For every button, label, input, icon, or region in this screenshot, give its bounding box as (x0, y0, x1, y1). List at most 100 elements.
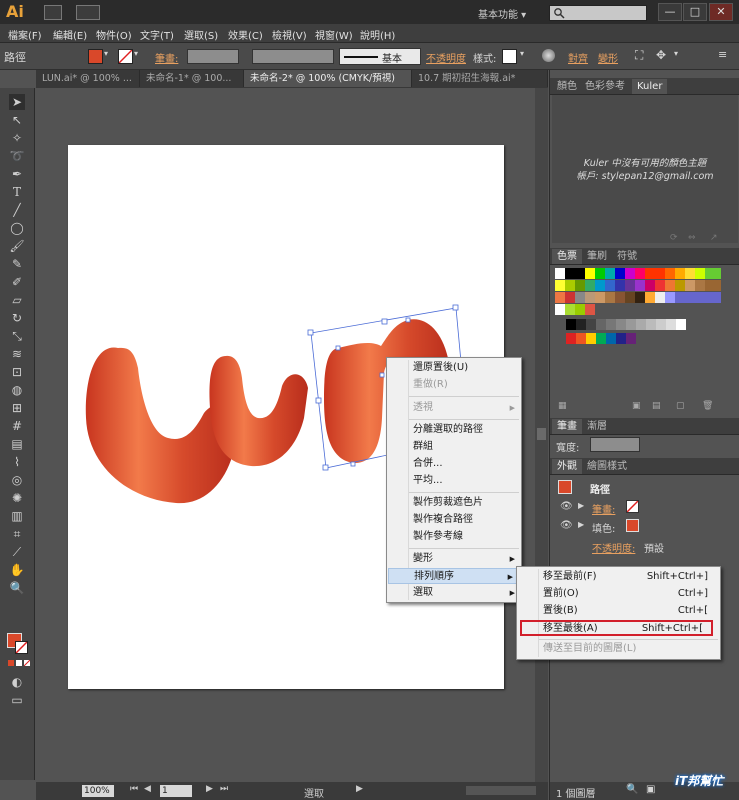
menu-item-make-clipping-mask[interactable]: 製作剪裁遮色片 (387, 495, 521, 511)
screen-mode-icon[interactable]: ▭ (9, 692, 25, 708)
stroke-visibility-icon[interactable]: 👁 (560, 501, 573, 512)
tab-untitled-2[interactable]: 未命名-2* @ 100% (CMYK/預視) (244, 70, 412, 87)
letter-u-path[interactable] (209, 355, 308, 467)
variable-width-dropdown[interactable] (252, 49, 334, 64)
menu-item-send-backward[interactable]: 置後(B) Ctrl+[ (517, 603, 720, 619)
tab-color[interactable]: 顏色 (552, 79, 582, 94)
select-similar-icon[interactable]: ✥ (656, 48, 666, 62)
mesh-tool-icon[interactable]: # (9, 418, 25, 434)
vertical-scroll-thumb[interactable] (537, 428, 546, 440)
menu-item-send-to-current-layer[interactable]: 傳送至目前的圖層(L) (517, 641, 720, 657)
scale-tool-icon[interactable]: ⤡ (9, 328, 25, 344)
style-dropdown-arrow[interactable]: ▾ (520, 49, 524, 58)
menu-item-release-selected[interactable]: 分離選取的路徑 (387, 422, 521, 438)
menu-select[interactable]: 選取(S) (184, 27, 218, 42)
menu-item-redo[interactable]: 重做(R) (387, 377, 521, 393)
previous-page-button[interactable]: ◀ (144, 784, 151, 794)
fill-swatch[interactable] (88, 49, 103, 64)
appearance-stroke-link[interactable]: 筆畫: (592, 501, 615, 516)
swatch-grays[interactable] (566, 319, 686, 330)
eraser-tool-icon[interactable]: ▱ (9, 292, 25, 308)
last-page-button[interactable]: ⏭ (220, 784, 228, 794)
new-color-group-icon[interactable]: ▣ (632, 401, 641, 411)
ellipse-tool-icon[interactable]: ◯ (9, 220, 25, 236)
swatch-library-icon[interactable]: ▦ (558, 401, 567, 411)
stroke-expand-arrow[interactable]: ▶ (578, 501, 584, 510)
menu-item-perspective[interactable]: 透視 ▶ (387, 400, 521, 416)
shape-builder-tool-icon[interactable]: ◍ (9, 382, 25, 398)
menu-item-average[interactable]: 平均... (387, 473, 521, 489)
swatch-row-3[interactable] (555, 292, 721, 303)
menu-view[interactable]: 檢視(V) (272, 27, 307, 42)
zoom-field[interactable]: 100% (82, 785, 114, 797)
selection-tool-icon[interactable]: ➤ (9, 94, 25, 110)
menu-effect[interactable]: 效果(C) (228, 27, 263, 42)
stroke-width-field[interactable] (590, 437, 640, 452)
blend-tool-icon[interactable]: ◎ (9, 472, 25, 488)
new-swatch-icon[interactable]: ▢ (676, 401, 685, 411)
help-search-input[interactable] (549, 5, 647, 21)
symbol-sprayer-tool-icon[interactable]: ✺ (9, 490, 25, 506)
drawing-mode-icon[interactable]: ◐ (9, 674, 25, 690)
fill-dropdown-arrow[interactable]: ▾ (104, 49, 108, 58)
first-page-button[interactable]: ⏮ (130, 784, 138, 794)
blob-brush-tool-icon[interactable]: ✐ (9, 274, 25, 290)
free-transform-tool-icon[interactable]: ⊡ (9, 364, 25, 380)
isolate-icon[interactable]: ⛶ (635, 48, 643, 63)
menu-item-make-compound-path[interactable]: 製作複合路徑 (387, 512, 521, 528)
menu-item-send-to-back[interactable]: 移至最後(A) Shift+Ctrl+[ (520, 620, 713, 636)
workspace-switcher[interactable]: 基本功能 ▾ (478, 6, 526, 21)
swatch-row-1[interactable] (555, 268, 721, 279)
swatch-brights[interactable] (566, 333, 636, 344)
tab-poster[interactable]: 10.7 期初招生海報.ai* (412, 70, 548, 87)
column-graph-tool-icon[interactable]: ▥ (9, 508, 25, 524)
close-button[interactable]: ✕ (709, 3, 733, 21)
maximize-button[interactable]: □ (683, 3, 707, 21)
artboard-tool-icon[interactable]: ⌗ (9, 526, 25, 542)
hand-tool-icon[interactable]: ✋ (9, 562, 25, 578)
opacity-link[interactable]: 不透明度 (426, 50, 466, 65)
zoom-tool-icon[interactable]: 🔍 (9, 580, 25, 596)
panel-menu-icon[interactable]: ≡ (718, 48, 727, 61)
eyedropper-tool-icon[interactable]: ⌇ (9, 454, 25, 470)
stroke-swatch[interactable] (118, 49, 133, 64)
kuler-link-icon[interactable]: ↗ (710, 233, 718, 243)
menu-file[interactable]: 檔案(F) (8, 27, 42, 42)
pencil-tool-icon[interactable]: ✎ (9, 256, 25, 272)
transform-link[interactable]: 變形 (598, 50, 618, 65)
kuler-expand-icon[interactable]: ⇔ (688, 233, 696, 243)
magic-wand-tool-icon[interactable]: ✧ (9, 130, 25, 146)
tab-brushes[interactable]: 筆刷 (582, 249, 612, 264)
appearance-fill-swatch[interactable] (626, 519, 639, 532)
tab-graphic-styles[interactable]: 繪圖樣式 (582, 459, 632, 474)
gradient-tool-icon[interactable]: ▤ (9, 436, 25, 452)
bridge-icon[interactable] (44, 5, 62, 20)
perspective-grid-tool-icon[interactable]: ⊞ (9, 400, 25, 416)
tab-symbols[interactable]: 符號 (612, 249, 642, 264)
menu-item-select[interactable]: 選取 ▶ (387, 585, 521, 601)
delete-swatch-icon[interactable]: 🗑 (702, 401, 713, 411)
swatch-options-icon[interactable]: ▤ (652, 401, 661, 411)
tab-swatches[interactable]: 色票 (552, 249, 582, 264)
slice-tool-icon[interactable]: ⟋ (9, 544, 25, 560)
status-menu-arrow[interactable]: ▶ (356, 784, 363, 794)
tab-color-guide[interactable]: 色彩參考 (580, 79, 630, 94)
arrange-documents-icon[interactable] (76, 5, 100, 20)
align-link[interactable]: 對齊 (568, 50, 588, 65)
menu-item-bring-to-front[interactable]: 移至最前(F) Shift+Ctrl+] (517, 569, 720, 585)
recolor-artwork-icon[interactable] (542, 49, 555, 62)
none-mode-icon[interactable] (24, 660, 30, 666)
stroke-label[interactable]: 筆畫: (155, 50, 178, 65)
fill-expand-arrow[interactable]: ▶ (578, 520, 584, 529)
direct-selection-tool-icon[interactable]: ↖ (9, 112, 25, 128)
make-clipping-mask-icon[interactable]: ▣ (646, 784, 655, 795)
swatch-row-2[interactable] (555, 280, 721, 291)
appearance-opacity-link[interactable]: 不透明度: (592, 540, 635, 555)
menu-item-arrange[interactable]: 排列順序 ▶ (388, 568, 520, 584)
select-similar-dropdown[interactable]: ▾ (674, 49, 678, 58)
rotate-tool-icon[interactable]: ↻ (9, 310, 25, 326)
tab-lun[interactable]: LUN.ai* @ 100% ... (36, 70, 140, 87)
swatch-row-4[interactable] (555, 304, 595, 315)
appearance-stroke-swatch[interactable] (626, 500, 639, 513)
type-tool-icon[interactable]: T (9, 184, 25, 200)
